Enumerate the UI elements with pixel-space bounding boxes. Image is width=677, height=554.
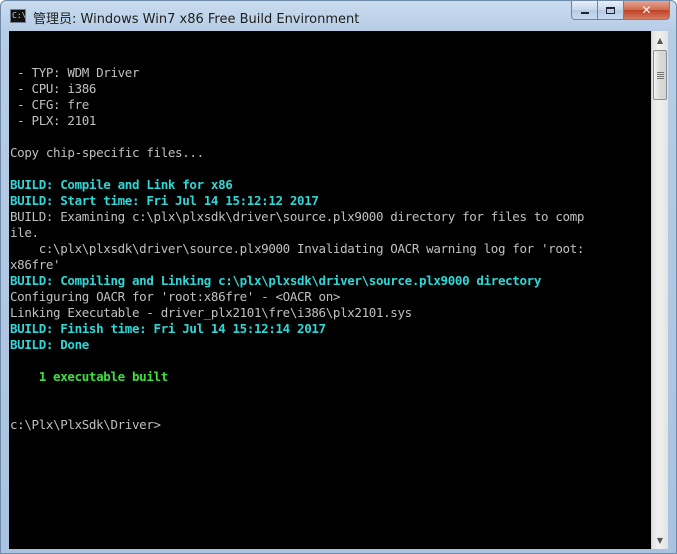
close-icon: ✕ [641, 3, 652, 17]
maximize-icon [606, 6, 615, 14]
scroll-thumb[interactable] [653, 50, 667, 100]
window-bottom-frame [1, 549, 676, 553]
console-line: BUILD: Start time: Fri Jul 14 15:12:12 2… [10, 193, 319, 208]
console-line: ile. [10, 225, 39, 240]
title-bar[interactable]: C:\ 管理员: Windows Win7 x86 Free Build Env… [1, 1, 676, 31]
caption-buttons: ✕ [571, 1, 670, 21]
thumb-grip [657, 78, 664, 79]
console-window: C:\ 管理员: Windows Win7 x86 Free Build Env… [0, 0, 677, 554]
console-output-area[interactable]: - TYP: WDM Driver - CPU: i386 - CFG: fre… [9, 31, 651, 549]
console-line: c:\Plx\PlxSdk\Driver> [10, 417, 161, 432]
console-line: 1 executable built [10, 369, 169, 384]
console-line: BUILD: Compile and Link for x86 [10, 177, 233, 192]
console-line: BUILD: Compiling and Linking c:\plx\plxs… [10, 273, 541, 288]
minimize-icon [580, 12, 589, 14]
console-line: - TYP: WDM Driver [10, 65, 140, 80]
thumb-grip [657, 72, 664, 73]
console-line: - CFG: fre [10, 97, 89, 112]
close-button[interactable]: ✕ [624, 1, 670, 20]
console-line: - PLX: 2101 [10, 113, 97, 128]
thumb-grip [657, 76, 664, 77]
window-title: 管理员: Windows Win7 x86 Free Build Environ… [33, 12, 360, 27]
vertical-scrollbar[interactable]: ▲ ▼ [651, 31, 668, 549]
console-line: Copy chip-specific files... [10, 145, 204, 160]
console-line: BUILD: Finish time: Fri Jul 14 15:12:14 … [10, 321, 326, 336]
scroll-down-arrow-icon[interactable]: ▼ [653, 532, 667, 548]
console-line: BUILD: Examining c:\plx\plxsdk\driver\so… [10, 209, 585, 224]
maximize-button[interactable] [598, 1, 624, 20]
console-line: Linking Executable - driver_plx2101\fre\… [10, 305, 412, 320]
minimize-button[interactable] [571, 1, 598, 20]
console-app-icon[interactable]: C:\ [10, 9, 26, 23]
console-line: c:\plx\plxsdk\driver\source.plx9000 Inva… [10, 241, 585, 256]
console-text: - TYP: WDM Driver - CPU: i386 - CFG: fre… [10, 49, 584, 433]
thumb-grip [657, 74, 664, 75]
console-line: Configuring OACR for 'root:x86fre' - <OA… [10, 289, 341, 304]
scroll-up-arrow-icon[interactable]: ▲ [653, 32, 667, 48]
console-line: - CPU: i386 [10, 81, 97, 96]
console-line: x86fre' [10, 257, 61, 272]
console-line: BUILD: Done [10, 337, 89, 352]
